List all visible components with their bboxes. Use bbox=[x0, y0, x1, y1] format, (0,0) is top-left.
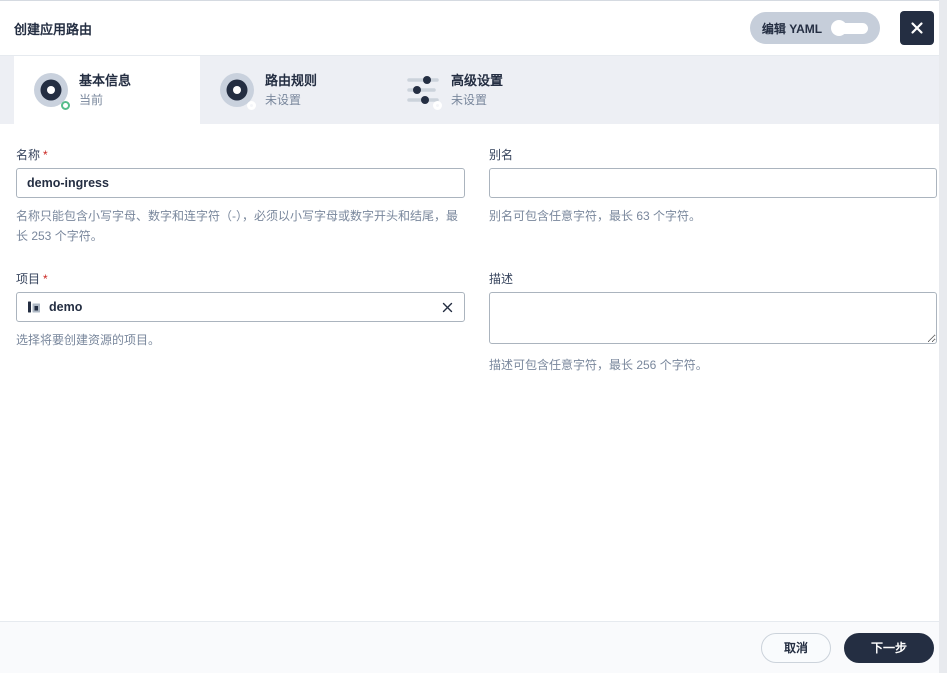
step-status: 未设置 bbox=[451, 93, 488, 107]
tab-advanced-settings[interactable]: 高级设置 未设置 bbox=[386, 56, 572, 124]
step-status: 未设置 bbox=[265, 93, 302, 107]
step-unset-badge bbox=[433, 101, 442, 110]
step-label: 高级设置 bbox=[451, 73, 504, 88]
edit-yaml-toggle-button[interactable]: 编辑 YAML bbox=[750, 12, 880, 44]
name-input[interactable] bbox=[16, 168, 465, 198]
required-asterisk: * bbox=[43, 272, 48, 286]
yaml-toggle-switch-icon bbox=[831, 20, 869, 36]
description-label: 描述 bbox=[489, 272, 514, 286]
cancel-button[interactable]: 取消 bbox=[760, 632, 831, 663]
project-select[interactable]: demo bbox=[16, 292, 465, 322]
dialog-footer: 取消 下一步 bbox=[0, 621, 939, 673]
clear-x-icon bbox=[442, 302, 452, 312]
step-label: 基本信息 bbox=[79, 73, 132, 88]
tab-routing-rules[interactable]: 路由规则 未设置 bbox=[200, 56, 386, 124]
toggle-knob bbox=[831, 20, 848, 36]
project-clear-button[interactable] bbox=[438, 298, 456, 316]
dialog-title: 创建应用路由 bbox=[14, 21, 93, 37]
dialog-header: 创建应用路由 编辑 YAML bbox=[0, 1, 939, 56]
project-icon bbox=[28, 301, 40, 313]
project-label: 项目 * bbox=[16, 272, 48, 286]
alias-helper-text: 别名可包含任意字符，最长 63 个字符。 bbox=[489, 209, 702, 223]
tab-basic-info[interactable]: 基本信息 当前 bbox=[14, 56, 200, 124]
sliders-icon bbox=[406, 73, 442, 110]
project-helper-text: 选择将要创建资源的项目。 bbox=[16, 333, 161, 347]
description-textarea[interactable] bbox=[489, 292, 937, 344]
required-asterisk: * bbox=[43, 148, 48, 162]
step-unset-badge bbox=[247, 101, 256, 110]
alias-label: 别名 bbox=[489, 148, 514, 162]
name-helper-text: 名称只能包含小写字母、数字和连字符（-），必须以小写字母或数字开头和结尾，最长 … bbox=[16, 209, 458, 243]
next-step-button[interactable]: 下一步 bbox=[843, 632, 934, 663]
description-field-group: 描述 描述可包含任意字符，最长 256 个字符。 bbox=[489, 270, 937, 375]
target-icon bbox=[220, 73, 256, 110]
step-current-badge bbox=[61, 101, 70, 110]
project-field-group: 项目 * demo 选择将要创建资源的项目。 bbox=[16, 270, 465, 375]
close-icon bbox=[911, 22, 923, 34]
page-background-strip bbox=[939, 0, 947, 673]
edit-yaml-label: 编辑 YAML bbox=[761, 21, 823, 36]
close-button[interactable] bbox=[900, 11, 934, 45]
project-selected-value: demo bbox=[49, 300, 83, 314]
form-content: 名称* 名称只能包含小写字母、数字和连字符（-），必须以小写字母或数字开头和结尾… bbox=[0, 124, 939, 375]
target-icon bbox=[34, 73, 70, 110]
step-label: 路由规则 bbox=[265, 73, 318, 88]
alias-field-group: 别名 别名可包含任意字符，最长 63 个字符。 bbox=[489, 146, 937, 246]
create-ingress-dialog: 创建应用路由 编辑 YAML 基本信息 当前 路由规则 未设置 高级设置 未设置… bbox=[0, 0, 939, 673]
name-label: 名称 * bbox=[16, 148, 48, 162]
description-helper-text: 描述可包含任意字符，最长 256 个字符。 bbox=[489, 358, 708, 372]
name-field-group: 名称* 名称只能包含小写字母、数字和连字符（-），必须以小写字母或数字开头和结尾… bbox=[16, 146, 465, 246]
step-status: 当前 bbox=[79, 93, 104, 107]
alias-input[interactable] bbox=[489, 168, 937, 198]
step-bar: 基本信息 当前 路由规则 未设置 高级设置 未设置 bbox=[0, 56, 939, 124]
